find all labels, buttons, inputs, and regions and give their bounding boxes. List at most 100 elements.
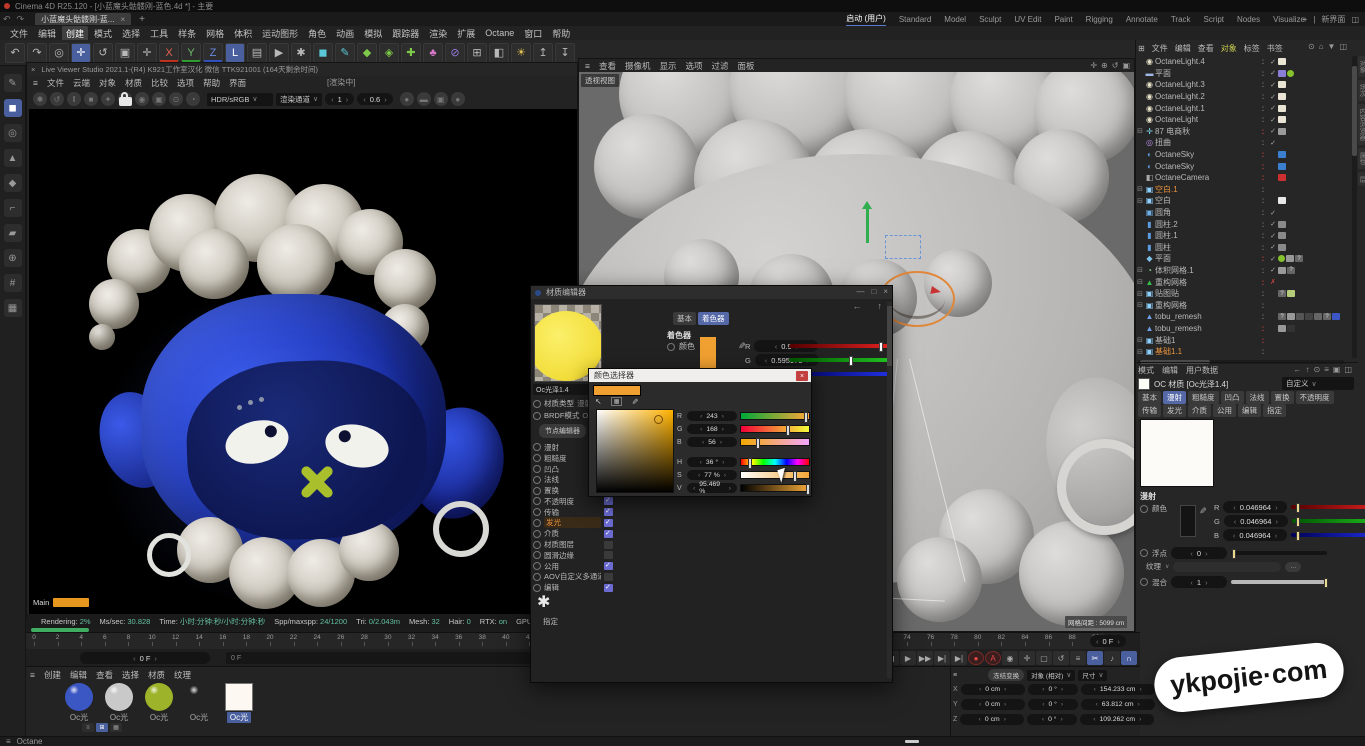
enable-check[interactable]: ✓ bbox=[1268, 220, 1278, 228]
channel-tab[interactable]: 编辑 bbox=[1238, 404, 1261, 417]
render-pass-dropdown[interactable]: 渲染通道 bbox=[276, 93, 322, 106]
material-editor-titlebar[interactable]: 材质编辑器 bbox=[531, 286, 892, 299]
y-axis-handle[interactable] bbox=[866, 209, 869, 243]
colorspace-dropdown[interactable]: HDR/sRGB bbox=[207, 93, 273, 106]
visibility-dots[interactable]: : bbox=[1258, 57, 1268, 66]
color-channel-row[interactable]: G 0.046964 bbox=[1214, 515, 1365, 527]
texture-field[interactable] bbox=[1173, 562, 1281, 572]
channel-tab[interactable]: 不透明度 bbox=[1296, 391, 1334, 404]
object-name[interactable]: OctaneLight.4 bbox=[1155, 57, 1205, 66]
menu-item[interactable]: 查看 bbox=[1198, 43, 1214, 54]
expand-icon[interactable]: ⊟ bbox=[1136, 278, 1144, 286]
channel-row[interactable]: 传输 bbox=[533, 507, 613, 518]
object-row[interactable]: ⊟ ◔ 体积网格.1 : ✓ ? bbox=[1136, 265, 1350, 277]
slider-track[interactable] bbox=[740, 438, 810, 446]
hamburger-icon[interactable]: ≡ bbox=[6, 737, 11, 746]
menu-item[interactable]: 编辑 bbox=[70, 669, 87, 681]
object-name[interactable]: 圆角 bbox=[1155, 207, 1171, 218]
toolbar-icon[interactable]: ◎ bbox=[49, 43, 69, 63]
panel-icon[interactable]: ◫ bbox=[1351, 15, 1359, 24]
transport-icon[interactable]: ✛ bbox=[1019, 651, 1035, 665]
object-row[interactable]: ▮ 圆柱 : ✓ bbox=[1136, 242, 1350, 254]
enable-check[interactable]: ✗ bbox=[1268, 278, 1278, 286]
toolbar-icon[interactable]: ↺ bbox=[93, 43, 113, 63]
channel-row[interactable]: 圆滑边缘 bbox=[533, 550, 613, 561]
menu-item[interactable]: 编辑 bbox=[1175, 43, 1191, 54]
rotation-spinner[interactable]: 0 ° bbox=[1027, 714, 1077, 725]
slider-track[interactable] bbox=[740, 484, 810, 492]
visibility-dots[interactable]: : bbox=[1258, 220, 1268, 229]
layout-tab[interactable]: Paint bbox=[1054, 14, 1072, 25]
material-item[interactable]: Oc光 bbox=[62, 683, 96, 723]
lv-tool-icon[interactable]: ● bbox=[451, 92, 465, 106]
object-tag[interactable] bbox=[1278, 197, 1286, 204]
material-label[interactable]: Oc光 bbox=[67, 712, 91, 723]
visibility-dots[interactable]: : bbox=[1258, 289, 1268, 298]
menu-item[interactable]: 纹理 bbox=[174, 669, 191, 681]
enable-check[interactable]: ✓ bbox=[1268, 243, 1278, 251]
menu-item[interactable]: 创建 bbox=[62, 26, 88, 41]
transport-icon[interactable]: ▶| bbox=[951, 651, 967, 665]
shader-r-slider[interactable] bbox=[789, 344, 889, 348]
slider-spinner[interactable]: 77 % bbox=[687, 470, 737, 480]
object-tag[interactable] bbox=[1287, 313, 1295, 320]
mode-icon[interactable]: ⌐ bbox=[4, 199, 22, 217]
toolbar-icon[interactable]: ▶ bbox=[269, 43, 289, 63]
object-name[interactable]: tobu_remesh bbox=[1155, 324, 1202, 333]
object-tag[interactable] bbox=[1305, 313, 1313, 320]
expand-icon[interactable]: ⊟ bbox=[1136, 266, 1144, 274]
object-name[interactable]: 基础1 bbox=[1155, 335, 1175, 346]
position-spinner[interactable]: 0 cm bbox=[961, 684, 1025, 695]
channel-tab[interactable]: 置换 bbox=[1271, 391, 1294, 404]
object-row[interactable]: ⊟ ▣ 重构网格 : bbox=[1136, 299, 1350, 311]
assign-label[interactable]: 指定 bbox=[543, 616, 558, 627]
object-name[interactable]: 平面 bbox=[1155, 68, 1171, 79]
object-name[interactable]: 贴图贴 bbox=[1155, 288, 1179, 299]
toolbar-icon[interactable]: ◧ bbox=[489, 43, 509, 63]
viewport-nav-icon[interactable]: ↺ bbox=[1112, 61, 1119, 70]
viewport-nav-icon[interactable]: ▣ bbox=[1122, 61, 1130, 70]
material-item[interactable]: Oc光 bbox=[142, 683, 176, 723]
object-tag[interactable] bbox=[1278, 244, 1286, 251]
enable-check[interactable]: ✓ bbox=[1268, 69, 1278, 77]
size-spinner[interactable]: 63.812 cm bbox=[1081, 699, 1155, 710]
toolbar-icon[interactable]: ✛ bbox=[71, 43, 91, 63]
toolbar-icon[interactable]: ✛ bbox=[137, 43, 157, 63]
menu-item[interactable]: 文件 bbox=[47, 77, 64, 89]
enable-check[interactable]: ✓ bbox=[1268, 104, 1278, 112]
object-row[interactable]: ⊟ ✛ 87 电商秋 : ✓ bbox=[1136, 126, 1350, 138]
visibility-dots[interactable]: : bbox=[1258, 208, 1268, 217]
object-tree[interactable]: ◉ OctaneLight.4 : ✓ ▬ 平面 : ✓ bbox=[1136, 56, 1350, 358]
transport-icon[interactable]: ▢ bbox=[1036, 651, 1052, 665]
object-tag[interactable] bbox=[1278, 81, 1286, 88]
channel-checkbox[interactable] bbox=[604, 519, 613, 527]
position-spinner[interactable]: 0 cm bbox=[961, 699, 1025, 710]
hamburger-icon[interactable]: ≡ bbox=[953, 672, 957, 679]
object-name[interactable]: tobu_remesh bbox=[1155, 312, 1202, 321]
object-name[interactable]: 空白 bbox=[1155, 195, 1171, 206]
viewport-label[interactable]: 透视视图 bbox=[581, 74, 619, 87]
object-tag[interactable] bbox=[1278, 151, 1286, 158]
mode-icon[interactable]: ◆ bbox=[4, 174, 22, 192]
menu-item[interactable]: 动画 bbox=[332, 26, 358, 41]
mode-icon[interactable]: ▲ bbox=[4, 149, 22, 167]
menu-item[interactable]: 选择 bbox=[122, 669, 139, 681]
menu-item[interactable]: 查看 bbox=[599, 60, 616, 72]
viewport-nav-icon[interactable]: ✛ bbox=[1090, 61, 1097, 70]
object-name[interactable]: 圆柱 bbox=[1155, 242, 1171, 253]
diffuse-color-swatch[interactable] bbox=[1180, 505, 1196, 537]
toolbar-icon[interactable]: ↧ bbox=[555, 43, 575, 63]
visibility-dots[interactable]: : bbox=[1258, 173, 1268, 182]
lv-tool-icon[interactable]: ▬ bbox=[417, 92, 431, 106]
object-tag[interactable] bbox=[1278, 70, 1286, 77]
object-row[interactable]: ◉ OctaneLight.1 : ✓ bbox=[1136, 102, 1350, 114]
object-tag[interactable] bbox=[1278, 221, 1286, 228]
menu-item[interactable]: 编辑 bbox=[34, 26, 60, 41]
visibility-dots[interactable]: : bbox=[1258, 278, 1268, 287]
object-row[interactable]: ◉ OctaneLight.2 : ✓ bbox=[1136, 91, 1350, 103]
object-row[interactable]: ▲ tobu_remesh : ?? bbox=[1136, 311, 1350, 323]
mode-icon[interactable]: # bbox=[4, 274, 22, 292]
toolbar-icon[interactable]: ↥ bbox=[533, 43, 553, 63]
transport-icon[interactable]: A bbox=[985, 651, 1001, 665]
material-thumbnail[interactable] bbox=[105, 683, 133, 711]
